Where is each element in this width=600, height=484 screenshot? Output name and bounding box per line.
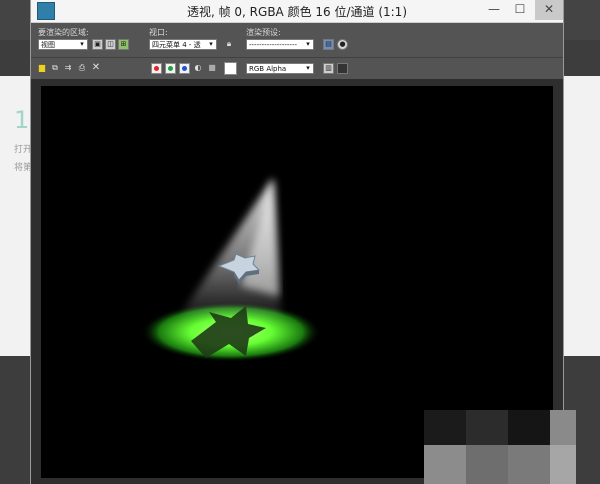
monochrome-icon[interactable]: ■ bbox=[207, 63, 217, 73]
viewport-dropdown[interactable]: 四元菜单 4 - 透 ▾ bbox=[149, 39, 217, 50]
chevron-down-icon: ▾ bbox=[80, 40, 84, 48]
print-icon[interactable]: ⎙ bbox=[77, 63, 87, 73]
region-blowup-icon[interactable]: ⊞ bbox=[118, 39, 129, 50]
background-heading: 1 bbox=[14, 106, 30, 134]
region-crop-icon[interactable]: ◫ bbox=[105, 39, 116, 50]
maximize-button[interactable]: ☐ bbox=[507, 0, 533, 20]
close-button[interactable]: ✕ bbox=[535, 0, 563, 20]
chevron-down-icon: ▾ bbox=[306, 40, 310, 48]
render-preset-dropdown[interactable]: ------------------- ▾ bbox=[246, 39, 314, 50]
channel-display-value: RGB Alpha bbox=[249, 65, 287, 73]
chevron-down-icon: ▾ bbox=[209, 40, 213, 48]
clear-display-icon[interactable]: ▥ bbox=[323, 63, 334, 74]
area-to-render-label: 要渲染的区域: bbox=[38, 28, 89, 37]
minimize-button[interactable]: — bbox=[481, 0, 507, 20]
clone-window-icon[interactable]: ⇉ bbox=[63, 63, 73, 73]
copy-image-icon[interactable]: ⧉ bbox=[50, 63, 60, 73]
mosaic-block bbox=[550, 445, 576, 484]
area-to-render-value: 视图 bbox=[41, 41, 55, 49]
mosaic-block bbox=[466, 410, 508, 445]
mosaic-block bbox=[508, 445, 550, 484]
mosaic-block bbox=[466, 445, 508, 484]
blue-channel-toggle[interactable] bbox=[179, 63, 190, 74]
area-to-render-dropdown[interactable]: 视图 ▾ bbox=[38, 39, 88, 50]
save-image-icon[interactable]: ▆ bbox=[37, 63, 47, 73]
mosaic-block bbox=[508, 410, 550, 445]
render-preset-label: 渲染预设: bbox=[246, 28, 281, 37]
viewport-label: 视口: bbox=[149, 28, 168, 37]
mosaic-block bbox=[424, 410, 466, 445]
title-bar[interactable]: 透视, 帧 0, RGBA 颜色 16 位/通道 (1:1) — ☐ ✕ bbox=[31, 0, 563, 23]
chevron-down-icon: ▾ bbox=[306, 64, 310, 72]
clear-icon[interactable]: ✕ bbox=[91, 63, 101, 73]
mosaic-block bbox=[424, 445, 466, 484]
render-setup-icon[interactable]: ▤ bbox=[323, 39, 334, 50]
channel-display-dropdown[interactable]: RGB Alpha ▾ bbox=[246, 63, 314, 74]
alpha-channel-icon[interactable]: ◐ bbox=[193, 63, 203, 73]
green-channel-toggle[interactable] bbox=[165, 63, 176, 74]
lock-icon[interactable]: 🔒︎ bbox=[224, 39, 234, 49]
display-toggle-icon[interactable] bbox=[337, 63, 348, 74]
color-swatch[interactable] bbox=[224, 62, 237, 75]
frame-toolbar: 要渲染的区域: 视图 ▾ ▣ ◫ ⊞ 视口: 四元菜单 4 - 透 ▾ 🔒︎ 渲… bbox=[31, 23, 563, 79]
render-preset-value: ------------------- bbox=[249, 41, 297, 49]
mosaic-block bbox=[550, 410, 576, 445]
viewport-value: 四元菜单 4 - 透 bbox=[152, 41, 201, 49]
red-channel-toggle[interactable] bbox=[151, 63, 162, 74]
region-edit-icon[interactable]: ▣ bbox=[92, 39, 103, 50]
render-icon[interactable]: ● bbox=[337, 39, 348, 50]
toolbar-divider bbox=[31, 57, 563, 58]
background-document-right bbox=[562, 76, 600, 356]
background-document-left: 1 打开 将第 bbox=[0, 76, 34, 356]
